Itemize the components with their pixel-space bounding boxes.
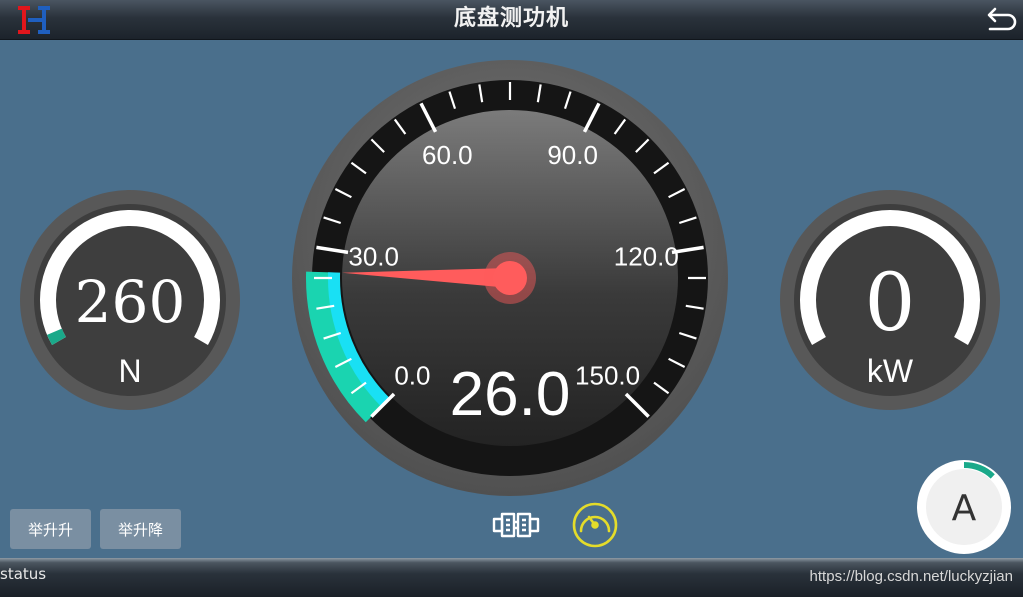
speedometer-icon[interactable] — [569, 502, 621, 548]
force-gauge-fill — [47, 328, 66, 346]
speed-scale-label: 30.0 — [348, 241, 399, 271]
mode-badge[interactable]: A — [916, 459, 1012, 555]
power-unit: kW — [867, 353, 914, 389]
app-window: 底盘测功机 260 N 0 kW 0.0 30.0 60.0 90.0 120.… — [0, 0, 1023, 597]
force-unit: N — [118, 353, 141, 389]
roller-coupling-icon[interactable] — [490, 502, 542, 548]
force-gauge: 260 N — [20, 190, 240, 410]
mode-label: A — [952, 488, 977, 529]
speed-scale-label: 120.0 — [614, 241, 679, 271]
speed-gauge: 0.0 30.0 60.0 90.0 120.0 150.0 26.0 — [292, 60, 728, 496]
watermark-url: https://blog.csdn.net/luckyzjian — [809, 568, 1013, 585]
speed-scale-label: 90.0 — [547, 140, 598, 170]
speed-value: 26.0 — [450, 360, 571, 429]
force-value: 260 — [75, 268, 186, 336]
lift-up-button[interactable]: 举升升 — [10, 509, 91, 549]
speed-scale-label: 0.0 — [394, 361, 430, 391]
power-value: 0 — [865, 256, 916, 349]
lift-down-button[interactable]: 举升降 — [100, 509, 181, 549]
status-text: status — [0, 565, 47, 583]
speed-scale-label: 150.0 — [575, 361, 640, 391]
speed-needle-hub — [493, 261, 527, 295]
speed-scale-label: 60.0 — [422, 140, 473, 170]
power-gauge: 0 kW — [780, 190, 1000, 410]
status-bar: status https://blog.csdn.net/luckyzjian — [0, 558, 1023, 597]
